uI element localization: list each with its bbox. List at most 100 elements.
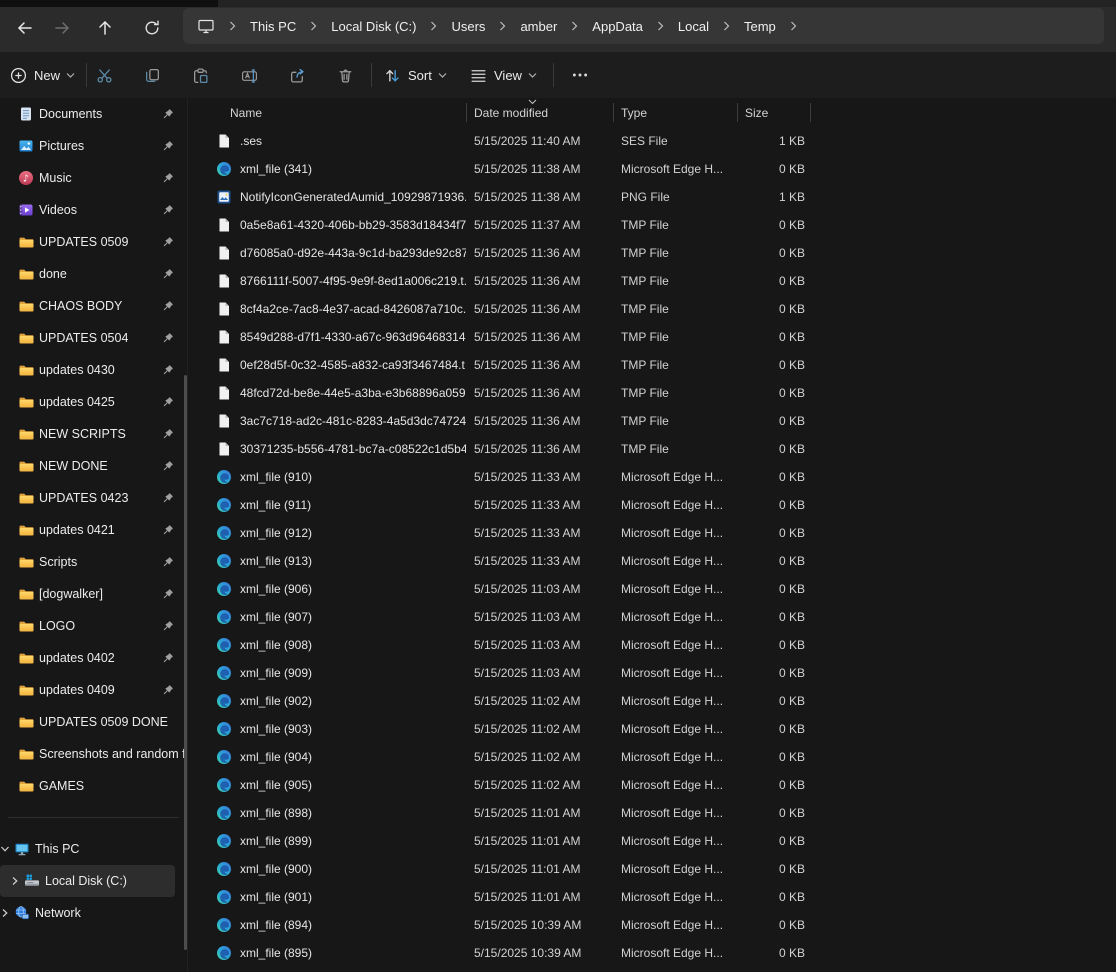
share-button[interactable] [277,58,317,92]
sidebar-item-music[interactable]: ♪Music [0,162,187,194]
file-row[interactable]: d76085a0-d92e-443a-9c1d-ba293de92c87...5… [200,239,1116,267]
paste-button[interactable] [180,58,220,92]
file-row[interactable]: xml_file (911)5/15/2025 11:33 AMMicrosof… [200,491,1116,519]
file-name: 8549d288-d7f1-4330-a67c-963d96468314.... [240,330,466,344]
file-row[interactable]: xml_file (898)5/15/2025 11:01 AMMicrosof… [200,799,1116,827]
chevron-down-icon[interactable] [0,844,10,854]
file-row[interactable]: xml_file (910)5/15/2025 11:33 AMMicrosof… [200,463,1116,491]
toolbar-separator [371,63,372,87]
file-row[interactable]: 0a5e8a61-4320-406b-bb29-3583d18434f7....… [200,211,1116,239]
file-row[interactable]: .ses5/15/2025 11:40 AMSES File1 KB [200,127,1116,155]
file-row[interactable]: xml_file (903)5/15/2025 11:02 AMMicrosof… [200,715,1116,743]
sidebar-tree-network[interactable]: Network [0,897,187,929]
more-button[interactable] [560,58,600,92]
copy-button[interactable] [132,58,172,92]
sidebar-item-updates-0425[interactable]: updates 0425 [0,386,187,418]
sidebar-item-updates-0509[interactable]: UPDATES 0509 [0,226,187,258]
sidebar-item-updates-0509-done[interactable]: UPDATES 0509 DONE [0,706,187,738]
breadcrumb-chevron-icon[interactable] [571,21,578,31]
sidebar-item-screenshots-and-random-f[interactable]: Screenshots and random f [0,738,187,770]
delete-button[interactable] [325,58,365,92]
new-button[interactable]: New [10,58,75,92]
sidebar-item-videos[interactable]: Videos [0,194,187,226]
file-type-cell: Microsoft Edge H... [613,743,737,771]
file-row[interactable]: 48fcd72d-be8e-44e5-a3ba-e3b68896a059...5… [200,379,1116,407]
refresh-button[interactable] [133,9,171,47]
file-row[interactable]: xml_file (904)5/15/2025 11:02 AMMicrosof… [200,743,1116,771]
sidebar-item-logo[interactable]: LOGO [0,610,187,642]
column-header-size[interactable]: Size [737,98,811,127]
sidebar-item-done[interactable]: done [0,258,187,290]
svg-text:♪: ♪ [23,173,29,184]
file-row[interactable]: xml_file (913)5/15/2025 11:33 AMMicrosof… [200,547,1116,575]
sidebar-item-updates-0504[interactable]: UPDATES 0504 [0,322,187,354]
chevron-right-icon[interactable] [10,876,20,886]
chevron-right-icon[interactable] [0,908,10,918]
file-row[interactable]: 3ac7c718-ad2c-481c-8283-4a5d3dc74724...5… [200,407,1116,435]
back-button[interactable] [6,9,44,47]
breadcrumb-item[interactable]: Temp [744,19,776,34]
breadcrumb-chevron-icon[interactable] [657,21,664,31]
breadcrumb-item[interactable]: Local Disk (C:) [331,19,416,34]
view-button[interactable]: View [470,58,537,92]
up-button[interactable] [86,9,124,47]
sidebar-item-games[interactable]: GAMES [0,770,187,802]
breadcrumb-chevron-icon[interactable] [723,21,730,31]
file-row[interactable]: 8549d288-d7f1-4330-a67c-963d96468314....… [200,323,1116,351]
file-row[interactable]: 30371235-b556-4781-bc7a-c08522c1d5b4...5… [200,435,1116,463]
file-row[interactable]: xml_file (905)5/15/2025 11:02 AMMicrosof… [200,771,1116,799]
sidebar-tree-local-disk-c-[interactable]: Local Disk (C:) [0,865,175,897]
file-type-cell: Microsoft Edge H... [613,155,737,183]
file-row[interactable]: xml_file (900)5/15/2025 11:01 AMMicrosof… [200,855,1116,883]
sidebar-item-new-scripts[interactable]: NEW SCRIPTS [0,418,187,450]
breadcrumb-chevron-icon[interactable] [499,21,506,31]
file-row[interactable]: xml_file (906)5/15/2025 11:03 AMMicrosof… [200,575,1116,603]
sidebar-item-scripts[interactable]: Scripts [0,546,187,578]
file-row[interactable]: 0ef28d5f-0c32-4585-a832-ca93f3467484.t..… [200,351,1116,379]
file-row[interactable]: xml_file (907)5/15/2025 11:03 AMMicrosof… [200,603,1116,631]
rename-button[interactable] [229,58,269,92]
file-row[interactable]: xml_file (912)5/15/2025 11:33 AMMicrosof… [200,519,1116,547]
sidebar-item-updates-0430[interactable]: updates 0430 [0,354,187,386]
breadcrumb-chevron-icon[interactable] [430,21,437,31]
sidebar-scrollbar[interactable] [184,375,187,950]
file-row[interactable]: xml_file (902)5/15/2025 11:02 AMMicrosof… [200,687,1116,715]
file-row[interactable]: xml_file (909)5/15/2025 11:03 AMMicrosof… [200,659,1116,687]
breadcrumb-chevron-icon[interactable] [310,21,317,31]
sidebar-item-pictures[interactable]: Pictures [0,130,187,162]
sidebar-item-updates-0402[interactable]: updates 0402 [0,642,187,674]
breadcrumb-chevron-icon[interactable] [790,21,797,31]
sidebar-tree-this-pc[interactable]: This PC [0,833,187,865]
file-row[interactable]: 8766111f-5007-4f95-9e9f-8ed1a006c219.t..… [200,267,1116,295]
sidebar-item-chaos-body[interactable]: CHAOS BODY [0,290,187,322]
file-row[interactable]: xml_file (908)5/15/2025 11:03 AMMicrosof… [200,631,1116,659]
forward-button[interactable] [43,9,81,47]
column-header-type[interactable]: Type [613,98,737,127]
sidebar-item-updates-0423[interactable]: UPDATES 0423 [0,482,187,514]
breadcrumb-item[interactable]: AppData [592,19,643,34]
sidebar-item-updates-0421[interactable]: updates 0421 [0,514,187,546]
chevron-down-icon [438,72,447,79]
sort-button[interactable]: Sort [384,58,447,92]
column-header-date-modified[interactable]: Date modified [466,98,613,127]
folder-icon [18,458,34,474]
file-row[interactable]: xml_file (899)5/15/2025 11:01 AMMicrosof… [200,827,1116,855]
sidebar-item-new-done[interactable]: NEW DONE [0,450,187,482]
sidebar-item-documents[interactable]: Documents [0,98,187,130]
breadcrumb-chevron-icon[interactable] [229,21,236,31]
breadcrumb-item[interactable]: This PC [250,19,296,34]
file-row[interactable]: xml_file (341)5/15/2025 11:38 AMMicrosof… [200,155,1116,183]
file-row[interactable]: xml_file (895)5/15/2025 10:39 AMMicrosof… [200,939,1116,967]
sidebar-item-updates-0409[interactable]: updates 0409 [0,674,187,706]
file-type-cell: Microsoft Edge H... [613,715,737,743]
breadcrumb-item[interactable]: Local [678,19,709,34]
breadcrumb-item[interactable]: amber [520,19,557,34]
file-row[interactable]: NotifyIconGeneratedAumid_10929871936...5… [200,183,1116,211]
file-row[interactable]: xml_file (901)5/15/2025 11:01 AMMicrosof… [200,883,1116,911]
breadcrumb-item[interactable]: Users [451,19,485,34]
sidebar-item--dogwalker-[interactable]: [dogwalker] [0,578,187,610]
file-row[interactable]: xml_file (894)5/15/2025 10:39 AMMicrosof… [200,911,1116,939]
file-row[interactable]: 8cf4a2ce-7ac8-4e37-acad-8426087a710c....… [200,295,1116,323]
cut-button[interactable] [84,58,124,92]
column-header-name[interactable]: Name [200,98,466,127]
